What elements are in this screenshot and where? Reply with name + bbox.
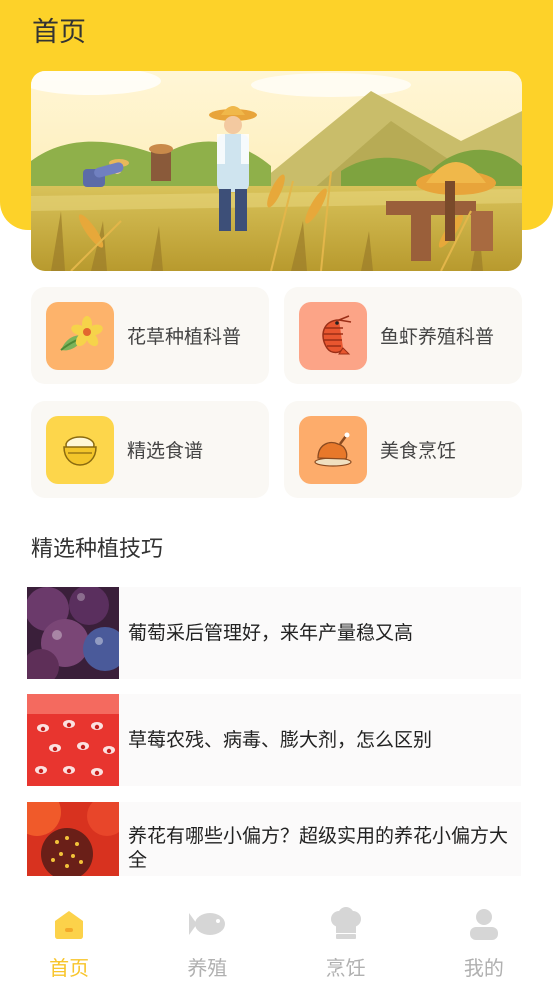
category-shrimp-farming[interactable]: 鱼虾养殖科普 [284, 287, 522, 384]
banner-image[interactable] [31, 71, 522, 271]
nav-label: 烹饪 [325, 956, 366, 980]
category-label: 鱼虾养殖科普 [380, 326, 495, 348]
category-label: 花草种植科普 [127, 326, 242, 348]
flower-icon [46, 301, 114, 370]
page-title: 首页 [32, 17, 86, 48]
category-recipes[interactable]: 精选食谱 [31, 401, 269, 498]
fish-icon [187, 904, 227, 944]
nav-cooking[interactable]: 烹饪 [277, 896, 415, 983]
nav-label: 养殖 [187, 956, 228, 980]
home-icon [49, 904, 89, 944]
article-item[interactable]: 草莓农残、病毒、膨大剂，怎么区别 [27, 694, 521, 786]
roast-chicken-icon [299, 415, 367, 484]
shrimp-icon [299, 301, 367, 370]
bottom-navigation: 首页 养殖 烹饪 我的 [0, 896, 553, 983]
category-cooking[interactable]: 美食烹饪 [284, 401, 522, 498]
nav-home[interactable]: 首页 [0, 896, 138, 983]
category-flower-planting[interactable]: 花草种植科普 [31, 287, 269, 384]
strawberry-photo [27, 694, 119, 786]
section-title: 精选种植技巧 [31, 537, 164, 562]
category-label: 精选食谱 [127, 440, 204, 462]
article-item[interactable]: 葡萄采后管理好，来年产量稳又高 [27, 587, 521, 679]
grapes-photo [27, 587, 119, 679]
flower-photo [27, 802, 119, 876]
article-item[interactable]: 养花有哪些小偏方？超级实用的养花小偏方大全 [27, 802, 521, 876]
chef-hat-icon [326, 904, 366, 944]
article-title: 草莓农残、病毒、膨大剂，怎么区别 [128, 729, 433, 751]
rice-bowl-icon [46, 415, 114, 484]
article-title: 葡萄采后管理好，来年产量稳又高 [128, 622, 414, 644]
nav-label: 我的 [463, 956, 504, 980]
farm-harvest-illustration [31, 71, 522, 271]
nav-profile[interactable]: 我的 [415, 896, 553, 983]
user-icon [464, 904, 504, 944]
nav-breeding[interactable]: 养殖 [138, 896, 276, 983]
nav-label: 首页 [49, 956, 90, 980]
article-title: 养花有哪些小偏方？超级实用的养花小偏方大全 [128, 825, 509, 871]
category-label: 美食烹饪 [380, 440, 457, 462]
